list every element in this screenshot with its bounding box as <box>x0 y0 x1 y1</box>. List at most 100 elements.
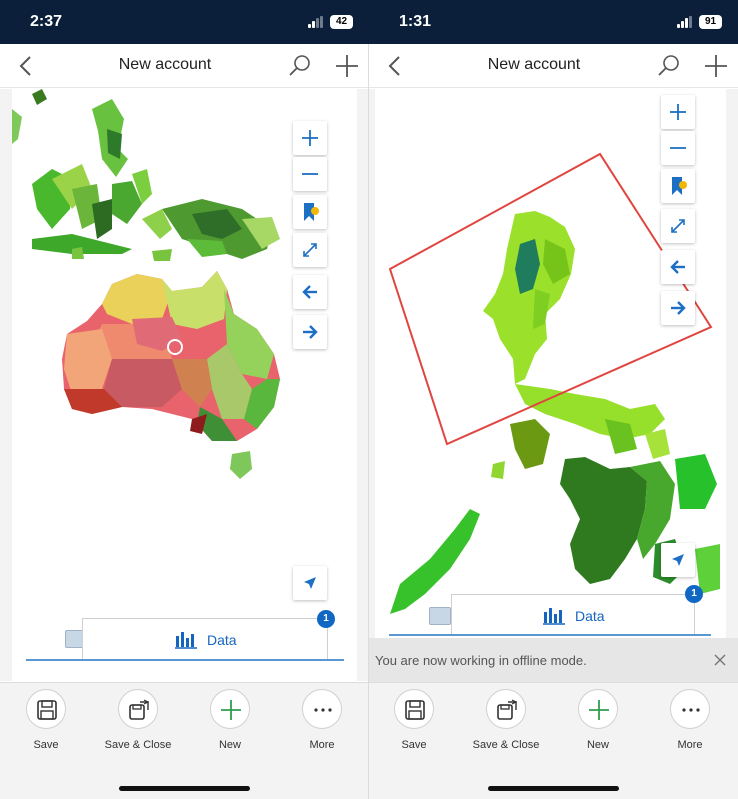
search-icon[interactable] <box>288 54 312 78</box>
expand-icon <box>303 243 317 257</box>
save-label: Save <box>401 739 427 751</box>
expand-button[interactable] <box>293 233 327 267</box>
more-label: More <box>677 739 703 751</box>
page-title: New account <box>487 56 581 73</box>
status-time: 1:31 <box>399 13 432 30</box>
map-area: Data 1 <box>0 89 369 681</box>
zoom-out-icon <box>302 173 318 175</box>
expand-icon <box>671 219 685 233</box>
search-icon[interactable] <box>657 54 681 78</box>
bar-chart-icon <box>175 632 197 649</box>
save-close-label: Save & Close <box>472 739 540 751</box>
data-tab-underline <box>389 634 711 636</box>
more-command[interactable]: More <box>282 689 362 759</box>
more-button[interactable] <box>670 689 710 729</box>
save-close-command[interactable]: Save & Close <box>466 689 546 759</box>
locate-button[interactable] <box>293 566 327 600</box>
zoom-in-icon <box>670 104 686 120</box>
locate-button[interactable] <box>661 543 695 577</box>
forward-arrow-button[interactable] <box>293 315 327 349</box>
bookmark-button[interactable] <box>293 195 327 229</box>
data-tab[interactable]: Data <box>451 594 695 636</box>
home-indicator <box>119 786 250 791</box>
save-close-command[interactable]: Save & Close <box>98 689 178 759</box>
ellipsis-icon <box>314 708 332 712</box>
zoom-out-button[interactable] <box>661 131 695 165</box>
chevron-left-icon[interactable] <box>16 54 36 78</box>
zoom-in-button[interactable] <box>661 95 695 129</box>
data-tab-label: Data <box>207 632 237 648</box>
zoom-in-button[interactable] <box>293 121 327 155</box>
new-label: New <box>218 739 241 751</box>
new-button[interactable] <box>210 689 250 729</box>
data-count-badge: 1 <box>317 610 335 628</box>
layer-thumbnail[interactable] <box>429 607 451 625</box>
phone-screen-left: 2:37 42 New account Data 1 Save Save & C… <box>0 0 369 799</box>
zoom-out-icon <box>670 147 686 149</box>
screen-divider <box>368 44 369 799</box>
zoom-out-button[interactable] <box>293 157 327 191</box>
forward-arrow-button[interactable] <box>661 291 695 325</box>
status-bar: 2:37 42 <box>0 0 369 44</box>
data-tab[interactable]: Data <box>82 618 328 660</box>
new-button[interactable] <box>578 689 618 729</box>
map-canvas[interactable]: Data 1 <box>12 89 357 681</box>
save-command[interactable]: Save <box>374 689 454 759</box>
bookmark-button[interactable] <box>661 169 695 203</box>
data-tab-underline <box>26 659 344 661</box>
more-label: More <box>309 739 335 751</box>
save-button[interactable] <box>394 689 434 729</box>
bookmark-icon <box>672 177 687 195</box>
battery-indicator: 42 <box>330 15 353 29</box>
back-arrow-button[interactable] <box>661 250 695 284</box>
more-command[interactable]: More <box>650 689 730 759</box>
close-icon[interactable] <box>713 653 727 667</box>
plus-icon <box>589 700 609 720</box>
new-command[interactable]: New <box>190 689 270 759</box>
battery-indicator: 91 <box>699 15 722 29</box>
ellipsis-icon <box>682 708 700 712</box>
zoom-in-icon <box>302 130 318 146</box>
expand-button[interactable] <box>661 209 695 243</box>
offline-message: You are now working in offline mode. <box>375 653 587 668</box>
plus-icon <box>221 700 241 720</box>
back-arrow-button[interactable] <box>293 275 327 309</box>
status-bar: 1:31 91 <box>369 0 738 44</box>
save-label: Save <box>33 739 59 751</box>
back-arrow-icon <box>670 260 685 274</box>
plus-icon[interactable] <box>703 53 729 79</box>
chevron-left-icon[interactable] <box>385 54 405 78</box>
screenshots-container: 2:37 42 New account Data 1 Save Save & C… <box>0 0 738 799</box>
data-count-badge: 1 <box>685 585 703 603</box>
save-button[interactable] <box>26 689 66 729</box>
save-close-icon <box>129 699 150 720</box>
bookmark-icon <box>304 203 319 221</box>
nav-header: New account <box>369 44 738 88</box>
signal-icon <box>677 16 693 28</box>
plus-icon[interactable] <box>334 53 360 79</box>
save-icon <box>37 700 57 720</box>
page-title: New account <box>118 56 212 73</box>
save-close-icon <box>497 699 518 720</box>
bar-chart-icon <box>543 608 565 625</box>
save-close-button[interactable] <box>118 689 158 729</box>
nav-header: New account <box>0 44 369 88</box>
forward-arrow-icon <box>671 301 686 315</box>
status-time: 2:37 <box>30 13 63 30</box>
locate-icon <box>672 554 684 566</box>
command-bar: Save Save & Close New More <box>0 682 369 799</box>
save-command[interactable]: Save <box>6 689 86 759</box>
signal-icon <box>308 16 324 28</box>
more-button[interactable] <box>302 689 342 729</box>
forward-arrow-icon <box>303 325 318 339</box>
save-close-button[interactable] <box>486 689 526 729</box>
new-command[interactable]: New <box>558 689 638 759</box>
map-canvas[interactable]: Data 1 <box>375 89 726 681</box>
save-icon <box>405 700 425 720</box>
offline-notification: You are now working in offline mode. <box>369 638 738 682</box>
save-close-label: Save & Close <box>104 739 172 751</box>
command-bar: Save Save & Close New More <box>369 682 738 799</box>
back-arrow-icon <box>302 285 317 299</box>
map-area: Data 1 <box>369 89 738 681</box>
locate-icon <box>304 577 316 589</box>
